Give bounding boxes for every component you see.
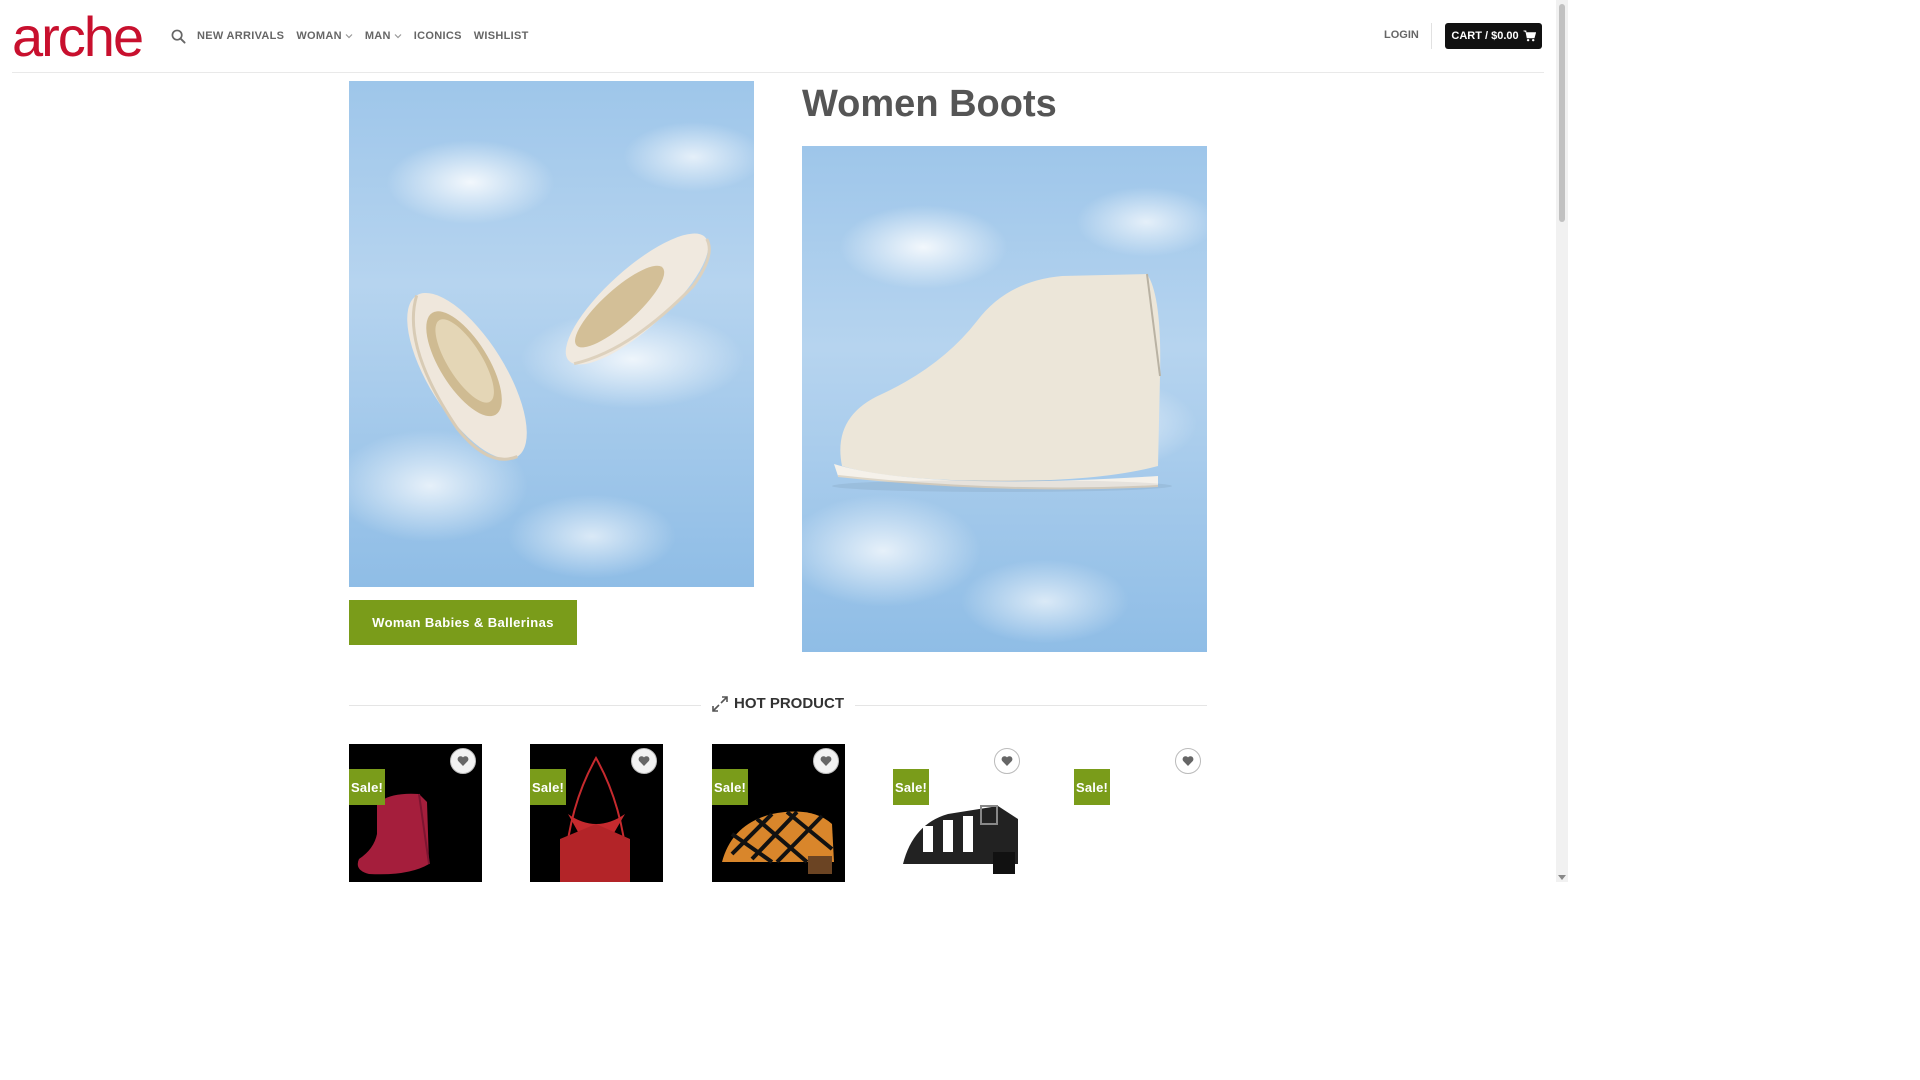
product-card[interactable]: Sale! [530, 744, 663, 882]
wishlist-heart-button[interactable] [994, 748, 1020, 774]
sale-badge: Sale! [712, 769, 748, 805]
header-divider-line [12, 72, 1544, 73]
sale-badge: Sale! [530, 769, 566, 805]
sale-badge: Sale! [893, 769, 929, 805]
hot-product-heading: HOT PRODUCT [712, 695, 844, 712]
cart-button[interactable]: CART / $0.00 [1445, 23, 1542, 49]
ballerinas-banner-image[interactable] [349, 81, 754, 587]
wishlist-heart-button[interactable] [631, 748, 657, 774]
nav-wishlist-label: WISHLIST [473, 30, 529, 42]
cart-icon [1523, 30, 1536, 42]
arche-logo[interactable]: arche [12, 13, 149, 61]
page-title: Women Boots [802, 83, 1057, 125]
expand-icon [712, 695, 728, 712]
nav-iconics[interactable]: ICONICS [414, 29, 462, 43]
scrollbar-thumb[interactable] [1559, 4, 1565, 222]
product-card[interactable]: Sale! [712, 744, 845, 882]
wishlist-heart-button[interactable] [1175, 748, 1201, 774]
nav-man-label: MAN [364, 30, 391, 42]
login-link[interactable]: LOGIN [1384, 29, 1419, 41]
svg-text:arche: arche [12, 13, 142, 61]
ankle-boot-illustration [832, 273, 1172, 492]
search-icon[interactable] [171, 29, 186, 44]
nav-woman[interactable]: WOMAN [296, 29, 353, 43]
header-divider [1431, 23, 1432, 49]
page-scrollbar[interactable] [1556, 0, 1568, 882]
product-card[interactable]: Sale! [1074, 744, 1207, 882]
ballerina-shoes-illustration [407, 233, 711, 461]
nav-woman-label: WOMAN [296, 30, 342, 42]
women-boot-image[interactable] [802, 146, 1207, 652]
main-nav: NEW ARRIVALS WOMAN MAN ICONICS WISHLIST [197, 29, 541, 43]
heart-icon [638, 756, 650, 766]
chevron-down-icon [345, 34, 353, 39]
nav-new-arrivals[interactable]: NEW ARRIVALS [197, 29, 284, 43]
section-divider-left [349, 705, 701, 706]
hot-product-title: HOT PRODUCT [734, 695, 844, 712]
sale-badge: Sale! [1074, 769, 1110, 805]
chevron-down-icon [394, 34, 402, 39]
heart-icon [1001, 756, 1013, 766]
wishlist-heart-button[interactable] [813, 748, 839, 774]
nav-new-arrivals-label: NEW ARRIVALS [197, 30, 285, 42]
nav-wishlist[interactable]: WISHLIST [474, 29, 529, 43]
product-card[interactable]: Sale! [349, 744, 482, 882]
nav-iconics-label: ICONICS [413, 30, 462, 42]
cart-label: CART / $0.00 [1451, 30, 1519, 42]
heart-icon [457, 756, 469, 766]
nav-man[interactable]: MAN [365, 29, 402, 43]
sale-badge: Sale! [349, 769, 385, 805]
scroll-down-arrow-icon[interactable] [1558, 875, 1566, 880]
heart-icon [1182, 756, 1194, 766]
woman-babies-ballerinas-button[interactable]: Woman Babies & Ballerinas [349, 600, 577, 645]
section-divider-right [855, 705, 1207, 706]
heart-icon [820, 756, 832, 766]
site-header: arche NEW ARRIVALS WOMAN MAN ICONICS WIS… [0, 0, 1556, 73]
product-card[interactable]: Sale! [893, 744, 1026, 882]
wishlist-heart-button[interactable] [450, 748, 476, 774]
